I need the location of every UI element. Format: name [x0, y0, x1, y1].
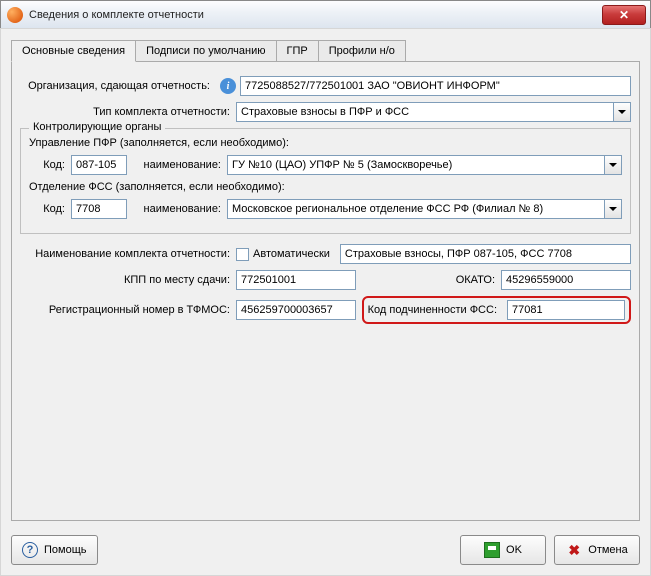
kit-name-label: Наименование комплекта отчетности: — [20, 248, 236, 260]
okato-input[interactable] — [501, 270, 631, 290]
okato-label: ОКАТО: — [356, 274, 501, 286]
help-icon: ? — [22, 542, 38, 558]
footer: ? Помощь OK ✖ Отмена — [11, 535, 640, 565]
kpp-label: КПП по месту сдачи: — [20, 274, 236, 286]
fss-sub-label: Код подчиненности ФСС: — [368, 304, 503, 316]
group-title: Контролирующие органы — [29, 121, 165, 133]
cancel-icon: ✖ — [566, 542, 582, 558]
pfr-code-label: Код: — [29, 159, 71, 171]
org-input[interactable] — [240, 76, 631, 96]
fss-sub-input[interactable] — [507, 300, 625, 320]
pfr-name-label: наименование: — [127, 159, 227, 171]
kit-name-input[interactable] — [340, 244, 631, 264]
cancel-button[interactable]: ✖ Отмена — [554, 535, 640, 565]
tabbar: Основные сведения Подписи по умолчанию Г… — [11, 39, 640, 61]
window-title: Сведения о комплекте отчетности — [29, 9, 602, 21]
help-label: Помощь — [44, 544, 87, 556]
kpp-input[interactable] — [236, 270, 356, 290]
kit-type-dropdown[interactable] — [613, 102, 631, 122]
fss-name-input[interactable] — [227, 199, 604, 219]
pfr-name-dropdown[interactable] — [604, 155, 622, 175]
pfr-hint: Управление ПФР (заполняется, если необхо… — [29, 137, 289, 149]
app-icon — [7, 7, 23, 23]
tab-gpr[interactable]: ГПР — [276, 40, 319, 62]
tab-profiles[interactable]: Профили н/о — [318, 40, 406, 62]
fss-code-input[interactable] — [71, 199, 127, 219]
tfoms-input[interactable] — [236, 300, 356, 320]
ok-button[interactable]: OK — [460, 535, 546, 565]
org-label: Организация, сдающая отчетность: — [20, 80, 216, 92]
pfr-name-combo — [227, 155, 622, 175]
titlebar: Сведения о комплекте отчетности ✕ — [1, 1, 650, 29]
kit-type-combo — [236, 102, 631, 122]
tab-main[interactable]: Основные сведения — [11, 40, 136, 62]
tab-panel-main: Организация, сдающая отчетность: i Тип к… — [11, 61, 640, 521]
fss-name-label: наименование: — [127, 203, 227, 215]
fss-sub-highlight: Код подчиненности ФСС: — [362, 296, 631, 324]
fss-name-dropdown[interactable] — [604, 199, 622, 219]
auto-label: Автоматически — [253, 248, 330, 260]
info-icon[interactable]: i — [220, 78, 236, 94]
cancel-label: Отмена — [588, 544, 627, 556]
kit-type-label: Тип комплекта отчетности: — [20, 106, 236, 118]
tfoms-label: Регистрационный номер в ТФМОС: — [20, 304, 236, 316]
auto-checkbox[interactable] — [236, 248, 249, 261]
help-button[interactable]: ? Помощь — [11, 535, 98, 565]
save-icon — [484, 542, 500, 558]
fss-name-combo — [227, 199, 622, 219]
group-controlling: Контролирующие органы Управление ПФР (за… — [20, 128, 631, 234]
client-area: Основные сведения Подписи по умолчанию Г… — [0, 28, 651, 576]
kit-type-input[interactable] — [236, 102, 613, 122]
fss-code-label: Код: — [29, 203, 71, 215]
tab-signatures[interactable]: Подписи по умолчанию — [135, 40, 276, 62]
close-button[interactable]: ✕ — [602, 5, 646, 25]
pfr-code-input[interactable] — [71, 155, 127, 175]
pfr-name-input[interactable] — [227, 155, 604, 175]
fss-hint: Отделение ФСС (заполняется, если необход… — [29, 181, 285, 193]
ok-label: OK — [506, 544, 522, 556]
